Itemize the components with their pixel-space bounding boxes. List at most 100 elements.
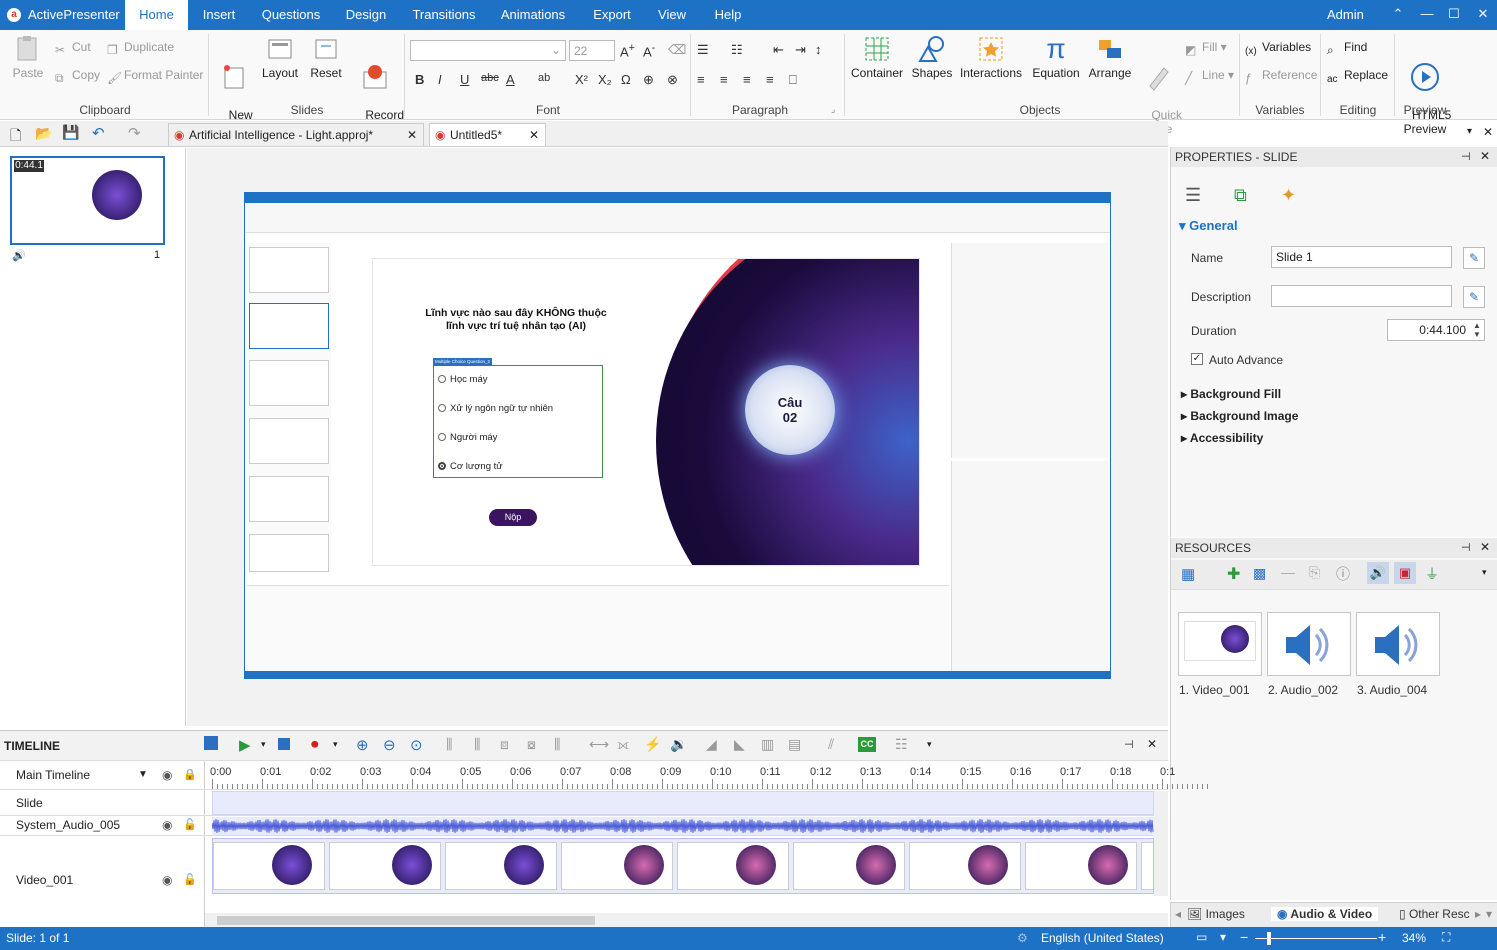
shrink-font-icon[interactable]: A- [643, 42, 655, 59]
font-size-select[interactable]: 22 [569, 40, 615, 61]
play-icon[interactable]: ▶ [239, 736, 251, 754]
select-all-icon[interactable] [204, 736, 218, 750]
language[interactable]: English (United States) [1041, 931, 1164, 945]
general-properties-icon[interactable]: ☰ [1185, 185, 1201, 206]
remove-time-icon[interactable]: ⟗ [617, 736, 629, 753]
edit-name-icon[interactable]: ✎ [1463, 247, 1485, 269]
paragraph-dialog-icon[interactable]: ⌟ [831, 104, 835, 115]
tab-list-icon[interactable]: ▾ [1467, 126, 1472, 137]
close-tab-icon[interactable]: ✕ [529, 124, 539, 146]
ribbon-collapse-icon[interactable]: ⌃ [1389, 5, 1407, 23]
freeze-icon[interactable]: ⧇ [527, 736, 536, 753]
close-document-icon[interactable]: ✕ [1483, 125, 1493, 139]
audio-filter-icon[interactable]: 🔊 [1367, 562, 1389, 584]
resource-audio-004[interactable] [1356, 612, 1440, 676]
close-panel-icon[interactable]: ✕ [1480, 540, 1490, 554]
scroll-left-icon[interactable]: ◂ [1175, 907, 1181, 921]
variables-button[interactable]: (x) Variables [1245, 40, 1311, 60]
close-panel-icon[interactable]: ✕ [1147, 737, 1157, 751]
numbered-list-icon[interactable]: ☷ [731, 42, 743, 58]
zoom-out-button[interactable]: − [1240, 929, 1248, 945]
tab-home[interactable]: Home [125, 0, 188, 30]
unlock-icon[interactable]: 🔓 [183, 818, 197, 831]
chevron-down-icon[interactable]: ▾ [1220, 930, 1226, 944]
audio-bars-icon[interactable]: ▥ [761, 736, 774, 753]
font-color-icon[interactable]: A [506, 72, 515, 87]
chevron-down-icon[interactable]: ▾ [1482, 567, 1487, 578]
eye-icon[interactable]: ◉ [162, 873, 172, 887]
duplicate-button[interactable]: ❐ Duplicate [107, 40, 174, 57]
tab-help[interactable]: Help [706, 0, 750, 30]
view-mode-icon[interactable]: ▦ [1181, 565, 1195, 583]
resource-video-001[interactable] [1178, 612, 1262, 676]
highlight-icon[interactable]: ab [538, 72, 550, 84]
track-label-video[interactable]: Video_001 [16, 873, 73, 887]
text-direction-icon[interactable]: ⎕ [789, 72, 797, 88]
remove-icon[interactable]: — [1281, 564, 1295, 580]
background-image-section[interactable]: ▸ Background Image [1181, 409, 1298, 423]
user-name[interactable]: Admin [1327, 7, 1364, 22]
remove-link-icon[interactable]: ⊗ [667, 72, 678, 88]
undo-icon[interactable]: ↶ [92, 124, 105, 142]
eye-icon[interactable]: ◉ [162, 768, 172, 782]
zoom-fit-icon[interactable]: ⊙ [410, 736, 423, 754]
pin-icon[interactable]: ⊣ [1461, 150, 1471, 163]
decrease-indent-icon[interactable]: ⇤ [773, 42, 784, 58]
insert-link-icon[interactable]: ⊕ [643, 72, 654, 88]
main-timeline-label[interactable]: Main Timeline [16, 768, 90, 782]
info-icon[interactable]: ⓘ [1336, 564, 1350, 584]
shapes-button[interactable]: Shapes [910, 34, 954, 80]
split-icon[interactable]: ⫼ [446, 736, 452, 753]
lock-icon[interactable]: 🔒 [183, 768, 197, 781]
close-panel-icon[interactable]: ✕ [1480, 149, 1490, 163]
reference-button[interactable]: ƒ Reference [1245, 68, 1317, 85]
edit-description-icon[interactable]: ✎ [1463, 286, 1485, 308]
multiple-choice-question[interactable]: Multiple Choice Question_2 Học máy Xử lý… [433, 358, 603, 478]
justify-icon[interactable]: ≡ [766, 72, 774, 87]
tab-insert[interactable]: Insert [194, 0, 244, 30]
video-track-bar[interactable] [212, 838, 1154, 894]
resource-audio-002[interactable] [1267, 612, 1351, 676]
font-family-select[interactable]: ⌄ [410, 40, 566, 61]
track-label-slide[interactable]: Slide [16, 796, 43, 810]
underline-icon[interactable]: U [460, 72, 469, 87]
option-1[interactable]: Học máy [438, 374, 487, 385]
cut-range-icon[interactable]: ⫼ [474, 736, 480, 753]
unlock-icon[interactable]: 🔓 [183, 873, 197, 886]
insert-time-icon[interactable]: ⟷ [589, 736, 609, 753]
pin-icon[interactable]: ⊣ [1461, 541, 1471, 554]
crop-icon[interactable]: ⧈ [500, 736, 509, 753]
closed-caption-icon[interactable]: CC [858, 737, 876, 752]
tab-animations[interactable]: Animations [494, 0, 572, 30]
tab-export[interactable]: Export [586, 0, 638, 30]
duration-spinner-icon[interactable]: ▲ ▼ [1473, 321, 1481, 339]
fit-window-icon[interactable]: ⛶ [1442, 930, 1450, 945]
add-resource-icon[interactable]: ✚ [1227, 564, 1240, 584]
document-tab-untitled5[interactable]: ◉ Untitled5* ✕ [429, 123, 546, 146]
align-left-icon[interactable]: ≡ [697, 72, 705, 87]
close-icon[interactable]: ✕ [1474, 5, 1492, 23]
tab-menu-icon[interactable]: ▾ [1486, 907, 1492, 921]
zoom-slider-track[interactable] [1255, 938, 1377, 939]
find-button[interactable]: ⌕ Find [1327, 40, 1367, 57]
container-button[interactable]: Container [849, 34, 905, 80]
track-label-audio[interactable]: System_Audio_005 [16, 818, 120, 832]
accessibility-icon[interactable]: ⚙ [1017, 931, 1028, 945]
filter-icon[interactable]: ⏚ [1425, 564, 1439, 584]
speed-icon[interactable]: ⚡ [644, 736, 661, 753]
view-icon[interactable]: ▭ [1196, 930, 1207, 944]
slide-track-bar[interactable] [212, 791, 1154, 815]
chevron-down-icon[interactable]: ▾ [261, 739, 266, 750]
minimize-icon[interactable]: — [1418, 5, 1436, 23]
arrange-button[interactable]: Arrange [1086, 34, 1134, 80]
auto-advance-checkbox[interactable]: ✓ [1191, 353, 1203, 365]
description-input[interactable] [1271, 285, 1452, 307]
submit-button[interactable]: Nộp [489, 509, 537, 526]
layout-options-icon[interactable]: ☷ [895, 736, 908, 753]
horizontal-scrollbar[interactable] [205, 913, 1168, 928]
fade-in-icon[interactable]: ◢ [706, 736, 717, 753]
tab-design[interactable]: Design [338, 0, 394, 30]
redo-icon[interactable]: ↷ [128, 124, 141, 142]
replace-button[interactable]: ac Replace [1327, 68, 1388, 88]
italic-icon[interactable]: I [438, 72, 442, 87]
